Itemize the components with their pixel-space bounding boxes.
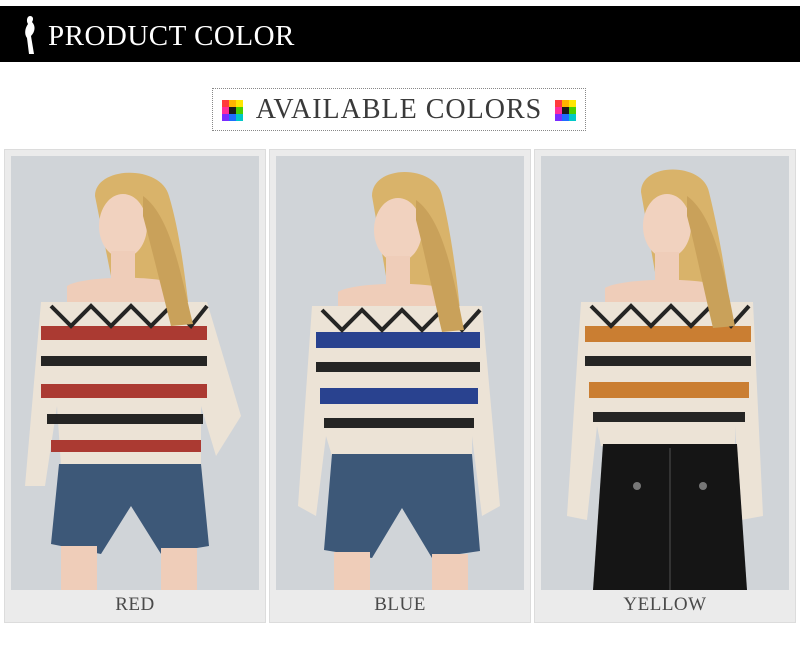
header-title: PRODUCT COLOR <box>48 20 295 52</box>
product-photo-yellow <box>541 156 789 590</box>
model-illustration-red <box>11 156 259 590</box>
available-colors-title: AVAILABLE COLORS <box>255 94 543 125</box>
color-label: BLUE <box>374 594 426 615</box>
color-palette-icon <box>555 100 576 121</box>
color-card-red[interactable]: RED <box>4 149 266 623</box>
product-photo-red <box>11 156 259 590</box>
color-card-yellow[interactable]: YELLOW <box>534 149 796 623</box>
model-illustration-yellow <box>541 156 789 590</box>
woman-silhouette-icon <box>25 16 35 54</box>
model-illustration-blue <box>276 156 524 590</box>
header-bar: PRODUCT COLOR <box>0 6 800 62</box>
color-card-blue[interactable]: BLUE <box>269 149 531 623</box>
product-photo-blue <box>276 156 524 590</box>
color-label: RED <box>115 594 155 615</box>
color-label: YELLOW <box>623 594 707 615</box>
available-colors-heading: AVAILABLE COLORS <box>212 88 586 131</box>
